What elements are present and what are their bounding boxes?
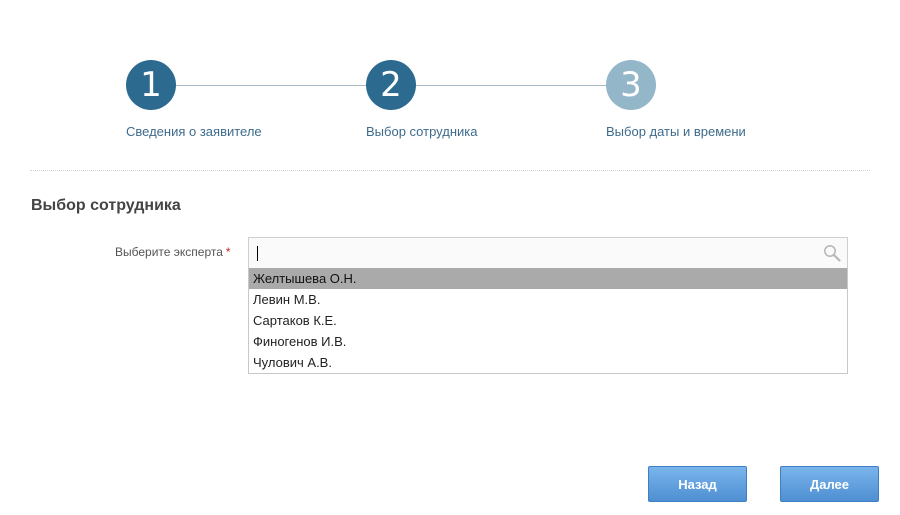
step-3: 3 Выбор даты и времени (606, 60, 746, 139)
expert-label-text: Выберите эксперта (115, 245, 223, 259)
dropdown-option[interactable]: Финогенов И.В. (249, 331, 847, 352)
step-2-label: Выбор сотрудника (366, 124, 478, 139)
step-1-label: Сведения о заявителе (126, 124, 262, 139)
step-3-label: Выбор даты и времени (606, 124, 746, 139)
required-mark: * (225, 245, 231, 259)
expert-field-label: Выберите эксперта * (115, 245, 231, 259)
step-1: 1 Сведения о заявителе (126, 60, 262, 139)
dropdown-option[interactable]: Сартаков К.Е. (249, 310, 847, 331)
next-button[interactable]: Далее (780, 466, 879, 502)
expert-dropdown-list: Желтышева О.Н. Левин М.В. Сартаков К.Е. … (248, 268, 848, 374)
dropdown-option[interactable]: Желтышева О.Н. (249, 268, 847, 289)
divider (30, 170, 870, 171)
search-icon[interactable] (823, 244, 841, 262)
dropdown-option[interactable]: Левин М.В. (249, 289, 847, 310)
step-2: 2 Выбор сотрудника (366, 60, 477, 139)
step-1-number: 1 (126, 60, 176, 110)
expert-search-box[interactable] (248, 237, 848, 269)
section-title: Выбор сотрудника (31, 197, 181, 214)
text-cursor (257, 246, 258, 261)
back-button[interactable]: Назад (648, 466, 747, 502)
dropdown-option[interactable]: Чулович А.В. (249, 352, 847, 373)
expert-search-input[interactable] (249, 238, 817, 268)
appointment-wizard: 1 Сведения о заявителе 2 Выбор сотрудник… (0, 0, 900, 515)
step-2-number: 2 (366, 60, 416, 110)
step-3-number: 3 (606, 60, 656, 110)
